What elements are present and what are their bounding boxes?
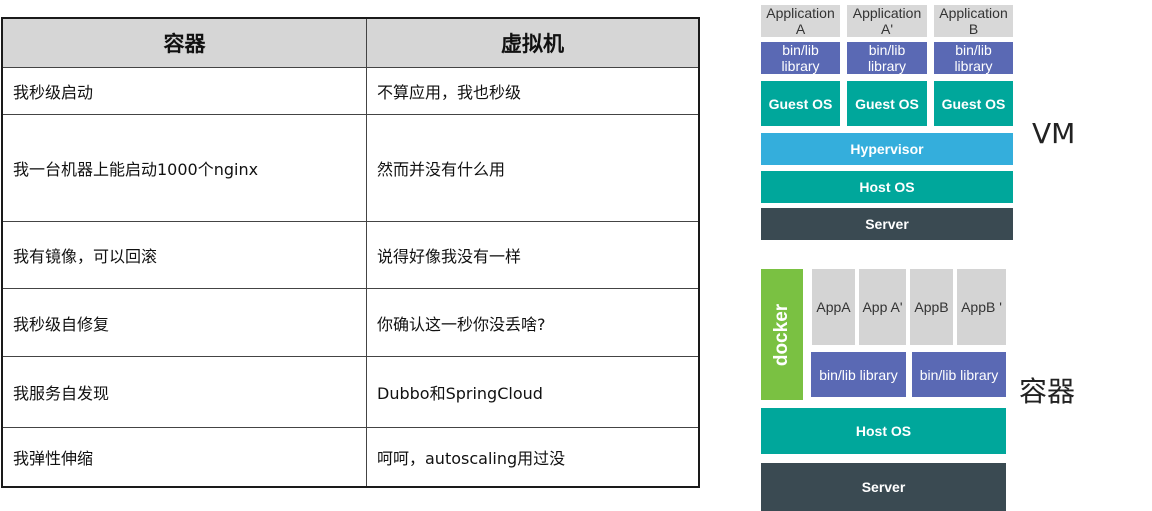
cell-vm: 呵呵，autoscaling用过没: [366, 427, 700, 487]
header-container: 容器: [1, 17, 367, 68]
vm-lib-line2: library: [954, 58, 993, 74]
table-row: 我秒级启动 不算应用，我也秒级: [1, 67, 700, 115]
cell-vm: 然而并没有什么用: [366, 114, 700, 222]
vm-app-version: A: [795, 21, 806, 37]
cell-container: 我有镜像，可以回滚: [1, 221, 367, 289]
container-host-os: Host OS: [761, 408, 1006, 454]
vm-lib-line1: bin/lib: [782, 42, 819, 58]
cell-vm: Dubbo和SpringCloud: [366, 356, 700, 428]
container-app-a-prime: App A': [859, 269, 906, 345]
vm-lib-line1: bin/lib: [868, 42, 906, 58]
vm-guest-os-1: Guest OS: [761, 81, 840, 126]
docker-engine: docker: [761, 269, 803, 400]
container-server: Server: [761, 463, 1006, 511]
vm-guest-os-3: Guest OS: [934, 81, 1013, 126]
table-row: 我秒级自修复 你确认这一秒你没丢啥?: [1, 288, 700, 357]
container-label: 容器: [1019, 375, 1076, 408]
cell-container: 我秒级启动: [1, 67, 367, 115]
vm-app-a: Application A: [761, 5, 840, 37]
vm-lib-2: bin/lib library: [847, 42, 927, 74]
vm-app-version: A': [880, 21, 893, 37]
container-app-b: AppB: [910, 269, 953, 345]
vm-server: Server: [761, 208, 1013, 240]
vm-app-name: Application: [939, 5, 1008, 21]
container-app-a: AppA: [812, 269, 855, 345]
cell-container: 我一台机器上能启动1000个nginx: [1, 114, 367, 222]
table-row: 我弹性伸缩 呵呵，autoscaling用过没: [1, 427, 700, 487]
vm-lib-line1: bin/lib: [955, 42, 992, 58]
vm-app-a-prime: Application A': [847, 5, 927, 37]
cell-vm: 说得好像我没有一样: [366, 221, 700, 289]
cell-vm: 不算应用，我也秒级: [366, 67, 700, 115]
table-row: 我一台机器上能启动1000个nginx 然而并没有什么用: [1, 114, 700, 222]
comparison-table: 容器 虚拟机 我秒级启动 不算应用，我也秒级 我一台机器上能启动1000个ngi…: [1, 17, 700, 488]
vm-app-b: Application B: [934, 5, 1013, 37]
vm-hypervisor: Hypervisor: [761, 133, 1013, 165]
vm-lib-1: bin/lib library: [761, 42, 840, 74]
cell-container: 我秒级自修复: [1, 288, 367, 357]
cell-container: 我弹性伸缩: [1, 427, 367, 487]
vm-lib-line2: library: [867, 58, 907, 74]
cell-vm: 你确认这一秒你没丢啥?: [366, 288, 700, 357]
vm-host-os: Host OS: [761, 171, 1013, 203]
table-row: 我有镜像，可以回滚 说得好像我没有一样: [1, 221, 700, 289]
container-lib-1: bin/lib library: [811, 352, 906, 397]
table-header-row: 容器 虚拟机: [1, 17, 700, 68]
vm-lib-3: bin/lib library: [934, 42, 1013, 74]
container-app-b-prime: AppB ': [957, 269, 1006, 345]
vm-label: VM: [1032, 117, 1076, 150]
vm-lib-line2: library: [781, 58, 820, 74]
docker-label: docker: [771, 303, 792, 366]
vm-app-name: Application: [766, 5, 835, 21]
vm-guest-os-2: Guest OS: [847, 81, 927, 126]
table-row: 我服务自发现 Dubbo和SpringCloud: [1, 356, 700, 428]
container-lib-2: bin/lib library: [912, 352, 1006, 397]
vm-app-version: B: [968, 21, 979, 37]
cell-container: 我服务自发现: [1, 356, 367, 428]
vm-app-name: Application: [852, 5, 922, 21]
header-vm: 虚拟机: [366, 17, 700, 68]
